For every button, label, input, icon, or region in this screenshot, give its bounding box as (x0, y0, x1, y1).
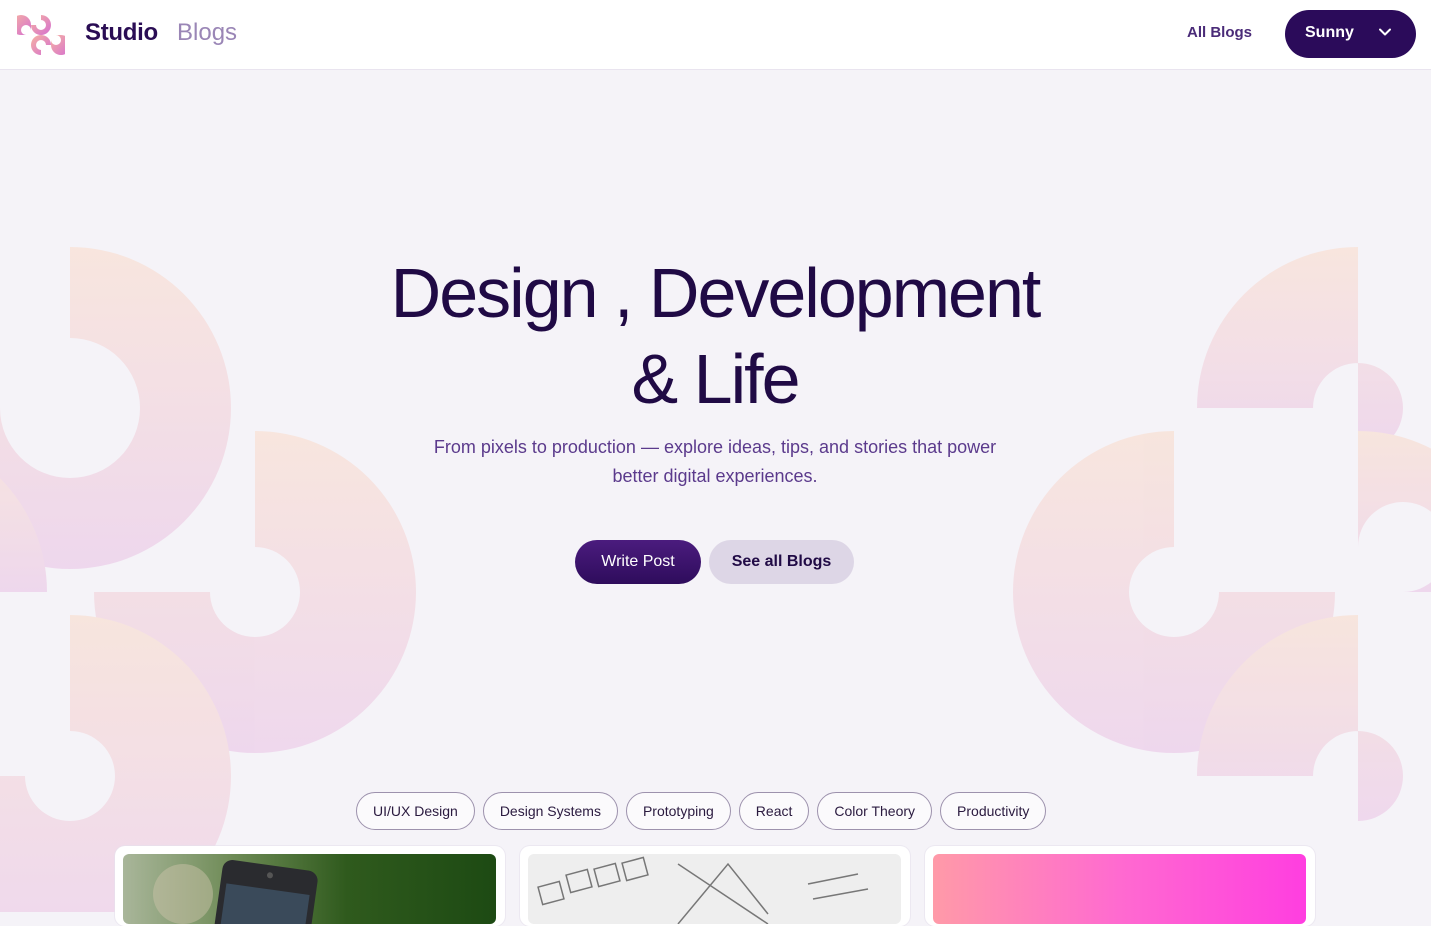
blog-card[interactable] (925, 846, 1315, 926)
blog-card[interactable] (520, 846, 910, 926)
hero-title-line-2: & Life (631, 340, 801, 418)
see-all-blogs-button[interactable]: See all Blogs (709, 540, 854, 584)
tag-react[interactable]: React (738, 792, 810, 830)
user-name: Sunny (1305, 24, 1354, 41)
tag-prototyping[interactable]: Prototyping (625, 792, 731, 830)
wireframe-sketch-illustration (537, 856, 869, 924)
user-menu-button[interactable]: Sunny (1285, 10, 1416, 58)
chevron-down-icon (1379, 28, 1391, 36)
blog-card-image (123, 854, 496, 924)
studio-logo-icon[interactable] (17, 11, 65, 59)
hero-subtitle-line-1: From pixels to production — explore idea… (433, 437, 997, 457)
top-nav: Studio Blogs All Blogs Sunny (0, 0, 1431, 70)
hero-title: Design , Development & Life (265, 250, 1165, 422)
brand-subtitle: Blogs (177, 19, 238, 46)
write-post-button[interactable]: Write Post (575, 540, 701, 584)
tag-ui-ux-design[interactable]: UI/UX Design (356, 792, 475, 830)
hero-title-line-1: Design , Development (390, 254, 1042, 332)
blog-card-image (528, 854, 901, 924)
tag-design-systems[interactable]: Design Systems (482, 792, 618, 830)
brand-name[interactable]: Studio (85, 19, 158, 47)
hero-subtitle-line-2: better digital experiences. (612, 466, 818, 486)
tag-productivity[interactable]: Productivity (940, 792, 1047, 830)
hero-subtitle: From pixels to production — explore idea… (415, 433, 1015, 491)
phone-photo-illustration (153, 860, 318, 924)
blog-card-image (933, 854, 1306, 924)
tag-filter-list: UI/UX Design Design Systems Prototyping … (356, 792, 1047, 830)
tag-color-theory[interactable]: Color Theory (817, 792, 933, 830)
background-decoration (0, 247, 1431, 912)
nav-all-blogs-link[interactable]: All Blogs (1187, 24, 1252, 41)
blog-card[interactable] (115, 846, 505, 926)
